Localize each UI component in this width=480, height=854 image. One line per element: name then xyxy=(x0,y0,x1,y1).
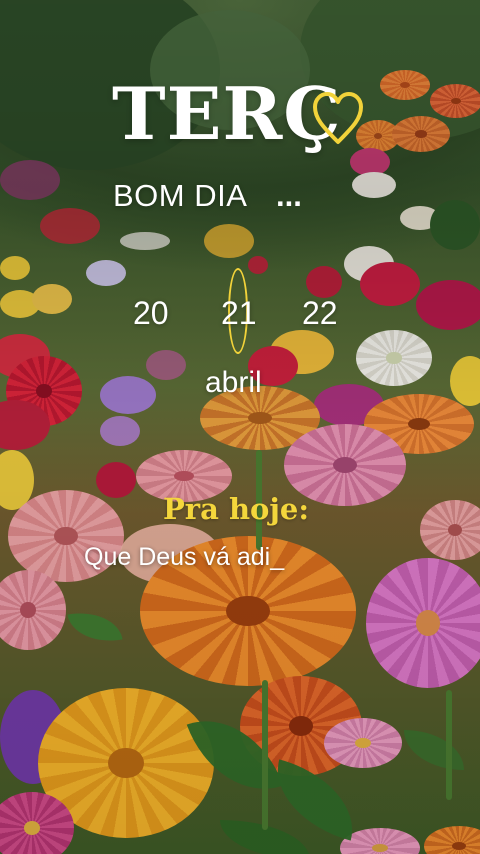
greeting-text: BOM DIA xyxy=(113,178,248,213)
date-current: 21 xyxy=(221,295,257,331)
heart-outline-icon xyxy=(313,92,363,144)
month-label: abril xyxy=(205,366,262,399)
greeting-ellipsis: ... xyxy=(276,178,302,213)
today-message: Que Deus vá adi_ xyxy=(84,543,285,571)
day-of-week-title: TERÇ xyxy=(112,71,342,156)
date-previous: 20 xyxy=(133,295,169,331)
date-next: 22 xyxy=(302,295,338,331)
today-heading: Pra hoje: xyxy=(163,492,310,526)
